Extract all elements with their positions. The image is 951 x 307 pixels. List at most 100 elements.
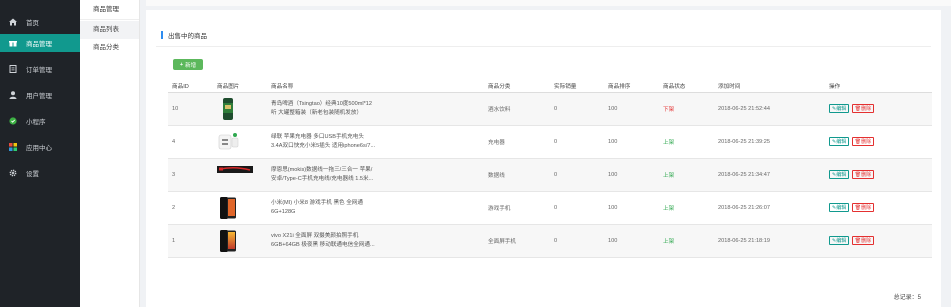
product-name-line: 安卓/Type-C手机充电线/充电器线 1.5米... — [271, 175, 374, 182]
status-badge: 上架 — [663, 139, 675, 146]
sub-navigation: 商品管理 商品列表 商品分类 — [80, 0, 140, 307]
table-row: 10 青岛啤酒（Tsingtao）经典10度500ml*12 听 大罐整箱装（新… — [168, 92, 932, 125]
edit-label: 编辑 — [836, 238, 847, 244]
product-name-line: vivo X21i 全面屏 双摄美颜拍照手机 — [271, 232, 359, 239]
column-header: 操作 — [825, 81, 932, 93]
sidebar-item-label: 订单管理 — [26, 67, 52, 74]
delete-label: 删除 — [861, 205, 872, 211]
column-header: 商品状态 — [659, 81, 714, 93]
top-strip — [146, 0, 951, 6]
product-category: 充电器 — [488, 139, 505, 146]
product-id: 4 — [172, 138, 176, 145]
edit-button[interactable]: ✎编辑 — [829, 137, 850, 146]
product-sort: 100 — [608, 171, 618, 178]
product-image-cable[interactable] — [217, 163, 253, 187]
product-id: 2 — [172, 204, 176, 211]
product-category: 游戏手机 — [488, 205, 511, 212]
plus-icon: + — [179, 61, 184, 68]
delete-button[interactable]: 🗑删除 — [851, 203, 875, 212]
sidebar-item-orders[interactable]: 订单管理 — [0, 60, 80, 78]
edit-button[interactable]: ✎编辑 — [829, 203, 850, 212]
apps-icon — [9, 143, 17, 151]
product-table: 商品ID 商品图片 商品名称 商品分类 实际销量 商品排序 商品状态 添加时间 … — [168, 81, 932, 258]
product-name-line: 绿联 苹果充电器 多口USB手机充电头 — [271, 133, 364, 140]
product-image-phone-dark[interactable] — [217, 196, 239, 220]
total-record-count: 总记录：5 — [893, 295, 921, 301]
added-time: 2018-06-25 21:26:07 — [718, 204, 770, 211]
product-image-charger[interactable] — [217, 130, 239, 154]
add-product-button[interactable]: + 新增 — [173, 59, 203, 70]
status-badge: 上架 — [663, 172, 675, 179]
gift-icon — [9, 39, 17, 47]
delete-button[interactable]: 🗑删除 — [851, 137, 875, 146]
sidebar-item-miniprogram[interactable]: 小程序 — [0, 112, 80, 130]
product-sort: 100 — [608, 204, 618, 211]
delete-button[interactable]: 🗑删除 — [851, 236, 875, 245]
product-sort: 100 — [608, 237, 618, 244]
product-sales: 0 — [554, 171, 558, 178]
product-name-line: 听 大罐整箱装（新老包装随机发放） — [271, 109, 363, 116]
delete-label: 删除 — [861, 238, 872, 244]
product-name-line: 6G+128G — [271, 208, 296, 215]
title-accent-bar — [161, 31, 163, 39]
product-name-line: 青岛啤酒（Tsingtao）经典10度500ml*12 — [271, 100, 373, 107]
table-row: 4 绿联 苹果充电器 多口USB手机充电头 3.4A双口快充小米5插头 适用ip… — [168, 125, 932, 158]
column-header: 商品ID — [168, 81, 213, 93]
product-id: 3 — [172, 171, 176, 178]
sidebar-item-label: 首页 — [26, 20, 39, 27]
product-name-line: 6GB+64GB 极夜黑 移动联通电信全网通... — [271, 241, 375, 248]
product-name-line: 小米(MI) 小米8 游戏手机 黑色 全网通 — [271, 199, 363, 206]
subnav-item-product-list[interactable]: 商品列表 — [80, 21, 139, 39]
product-name-line: 3.4A双口快充小米5插头 适用iphone6s/7... — [271, 142, 376, 149]
product-sales: 0 — [554, 204, 558, 211]
subnav-item-product-category[interactable]: 商品分类 — [80, 39, 139, 57]
delete-button[interactable]: 🗑删除 — [851, 104, 875, 113]
status-badge: 下架 — [663, 106, 675, 113]
product-id: 10 — [172, 105, 179, 112]
column-header: 商品分类 — [484, 81, 550, 93]
section-title-text: 出售中的商品 — [168, 33, 207, 40]
edit-label: 编辑 — [836, 139, 847, 145]
column-header: 添加时间 — [714, 81, 825, 93]
gear-icon — [9, 169, 17, 177]
product-category: 酒水饮料 — [488, 106, 511, 113]
added-time: 2018-06-25 21:52:44 — [718, 105, 770, 112]
status-badge: 上架 — [663, 238, 675, 245]
product-image-phone-gradient[interactable] — [217, 229, 239, 253]
sidebar: 首页 商品管理 订单管理 用户管理 小程序 应用中心 设置 — [0, 0, 80, 307]
sidebar-item-users[interactable]: 用户管理 — [0, 86, 80, 104]
order-icon — [9, 65, 17, 73]
sidebar-item-label: 商品管理 — [26, 41, 52, 48]
product-image-beer[interactable] — [217, 97, 239, 121]
column-header: 商品名称 — [267, 81, 484, 93]
product-sales: 0 — [554, 138, 558, 145]
divider — [156, 46, 931, 47]
add-button-label: 新增 — [185, 62, 197, 69]
sidebar-item-label: 应用中心 — [26, 145, 52, 152]
sidebar-item-products[interactable]: 商品管理 — [0, 34, 80, 52]
edit-button[interactable]: ✎编辑 — [829, 170, 850, 179]
table-header: 商品ID 商品图片 商品名称 商品分类 实际销量 商品排序 商品状态 添加时间 … — [168, 81, 932, 93]
column-header: 商品图片 — [213, 81, 267, 93]
main-card: 出售中的商品 + 新增 商品ID 商品图片 商品名称 商品分类 实际销量 商品排… — [146, 10, 941, 307]
delete-label: 删除 — [861, 139, 872, 145]
product-category: 全面屏手机 — [488, 238, 516, 245]
miniprogram-icon — [9, 117, 17, 125]
column-header: 实际销量 — [550, 81, 604, 93]
product-sort: 100 — [608, 138, 618, 145]
edit-label: 编辑 — [836, 205, 847, 211]
sidebar-item-label: 用户管理 — [26, 93, 52, 100]
edit-button[interactable]: ✎编辑 — [829, 104, 850, 113]
sidebar-item-home[interactable]: 首页 — [0, 13, 80, 31]
product-sort: 100 — [608, 105, 618, 112]
edit-label: 编辑 — [836, 106, 847, 112]
product-sales: 0 — [554, 105, 558, 112]
table-row: 1 vivo X21i 全面屏 双摄美颜拍照手机 6GB+64GB 极夜黑 移动… — [168, 224, 932, 257]
sidebar-item-settings[interactable]: 设置 — [0, 164, 80, 182]
edit-button[interactable]: ✎编辑 — [829, 236, 850, 245]
product-sales: 0 — [554, 237, 558, 244]
product-name-line: 摩恩思(mokis)数据线一拖三/三合一 苹果/ — [271, 166, 373, 173]
delete-button[interactable]: 🗑删除 — [851, 170, 875, 179]
sidebar-item-app-center[interactable]: 应用中心 — [0, 138, 80, 156]
status-badge: 上架 — [663, 205, 675, 212]
